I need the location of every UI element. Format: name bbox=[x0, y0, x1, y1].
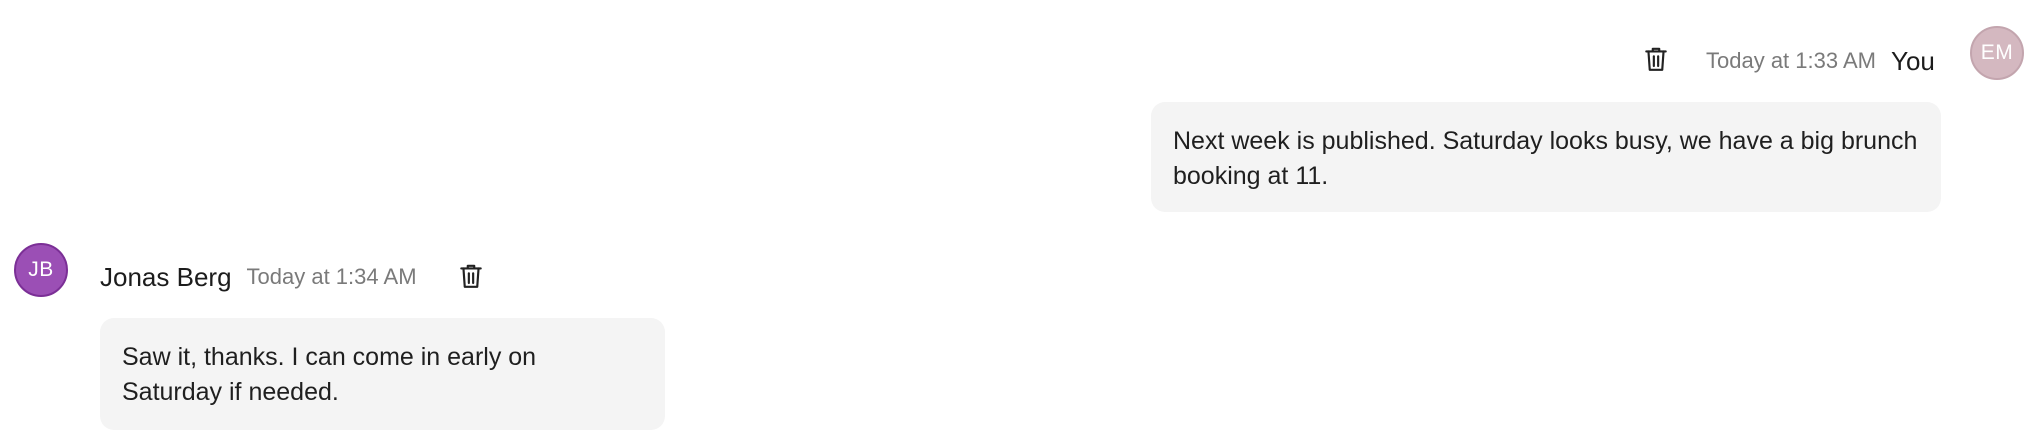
message-header: Jonas Berg Today at 1:34 AM bbox=[100, 260, 417, 294]
delete-message-button[interactable] bbox=[1641, 44, 1671, 74]
trash-icon bbox=[460, 264, 482, 288]
author-name: You bbox=[1891, 45, 1935, 76]
message-timestamp: Today at 1:33 AM bbox=[1706, 48, 1876, 73]
message-bubble: Saw it, thanks. I can come in early on S… bbox=[100, 318, 665, 430]
message-thread: Today at 1:33 AM You EM Next week is pub… bbox=[0, 0, 2040, 436]
delete-message-button[interactable] bbox=[456, 261, 486, 291]
avatar-initials: JB bbox=[28, 258, 54, 281]
message-header: Today at 1:33 AM You bbox=[1706, 44, 1935, 78]
avatar[interactable]: JB bbox=[14, 243, 68, 297]
message-bubble: Next week is published. Saturday looks b… bbox=[1151, 102, 1941, 212]
avatar-initials: EM bbox=[1980, 41, 2014, 64]
avatar[interactable]: EM bbox=[1970, 26, 2024, 80]
trash-icon bbox=[1645, 47, 1667, 71]
message-text: Next week is published. Saturday looks b… bbox=[1173, 127, 1918, 190]
message-text: Saw it, thanks. I can come in early on S… bbox=[122, 343, 537, 406]
message-timestamp: Today at 1:34 AM bbox=[246, 264, 417, 289]
author-name: Jonas Berg bbox=[100, 261, 232, 292]
